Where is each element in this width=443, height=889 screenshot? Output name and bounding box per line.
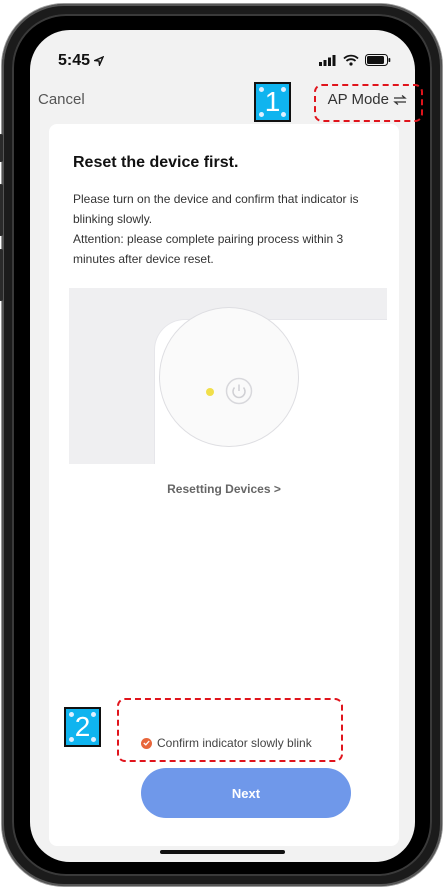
badge-1-label: 1	[264, 86, 281, 117]
wifi-icon	[343, 54, 359, 66]
home-indicator[interactable]	[160, 850, 285, 854]
location-arrow-icon	[92, 55, 105, 68]
status-icons	[319, 54, 391, 66]
status-bar: 5:45	[30, 30, 415, 74]
annotation-badge-1: 1	[254, 82, 291, 122]
annotation-badge-2: 2	[64, 707, 101, 747]
battery-icon	[365, 54, 391, 66]
power-icon	[225, 377, 253, 405]
device-illustration	[69, 288, 387, 464]
signal-icon	[319, 54, 336, 66]
cancel-button[interactable]: Cancel	[38, 91, 85, 108]
card-title: Reset the device first.	[73, 154, 239, 171]
resetting-devices-link[interactable]: Resetting Devices >	[49, 482, 399, 496]
annotation-box-confirm	[117, 698, 343, 762]
card-description: Please turn on the device and confirm th…	[73, 189, 383, 269]
badge-2-label: 2	[74, 711, 91, 742]
status-time: 5:45	[58, 52, 105, 70]
volume-up-button	[0, 184, 3, 236]
indicator-light	[206, 388, 214, 396]
volume-down-button	[0, 249, 3, 301]
next-button[interactable]: Next	[141, 768, 351, 818]
annotation-box-ap-mode	[314, 84, 423, 122]
side-button	[0, 134, 3, 162]
description-line-1: Please turn on the device and confirm th…	[73, 192, 359, 226]
description-line-2: Attention: please complete pairing proce…	[73, 232, 344, 266]
